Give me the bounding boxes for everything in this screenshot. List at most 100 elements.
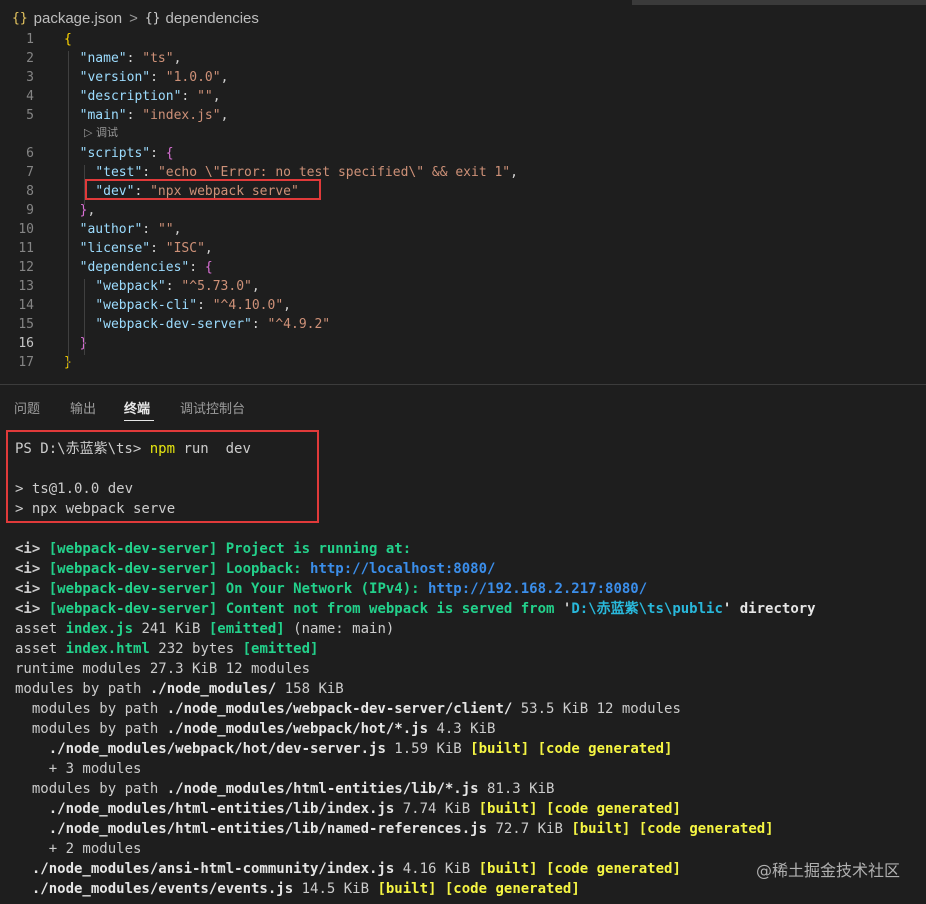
panel-tab[interactable]: 问题 — [14, 398, 40, 418]
panel-tab[interactable]: 输出 — [70, 398, 96, 418]
terminal-token: asset — [15, 621, 66, 637]
code-text: "description": "", — [64, 87, 221, 106]
line-number: 5 — [26, 108, 34, 123]
terminal-token: [webpack-dev-server] Loopback: — [48, 561, 311, 577]
terminal-token: 1.59 KiB — [385, 741, 471, 757]
code-line[interactable]: 3 "version": "1.0.0", — [0, 68, 926, 87]
code-token: "dependencies" — [79, 260, 190, 275]
code-token: , — [283, 298, 291, 313]
terminal-line: + 3 modules — [15, 759, 142, 779]
code-token: "scripts" — [79, 146, 151, 161]
breadcrumb-file[interactable]: package.json — [34, 10, 122, 27]
terminal-token: ./node_modules/webpack/hot/*.js — [166, 721, 429, 737]
highlight-box-npm-command — [6, 430, 319, 523]
terminal-line: modules by path ./node_modules/ 158 KiB — [15, 679, 344, 699]
code-text: "webpack-dev-server": "^4.9.2" — [64, 315, 330, 334]
terminal-token: D:\赤蓝紫\ts\public — [571, 601, 723, 617]
code-token: "main" — [79, 108, 127, 123]
code-token: , — [204, 241, 213, 256]
chevron-right-icon: > — [129, 9, 138, 27]
terminal-token: index.js — [65, 621, 134, 637]
code-token: , — [251, 279, 260, 294]
code-line[interactable]: 10 "author": "", — [0, 220, 926, 239]
terminal-token: ' directory — [722, 601, 816, 617]
code-token: : — [181, 89, 198, 104]
code-token: : — [126, 51, 143, 66]
code-token: , — [510, 165, 518, 180]
line-number: 1 — [26, 32, 34, 47]
line-number: 2 — [26, 51, 34, 66]
panel-tab[interactable]: 调试控制台 — [180, 398, 245, 418]
terminal-token: http://192.168.2.217:8080/ — [428, 581, 648, 597]
code-editor[interactable]: {} package.json > {} dependencies 1{2 "n… — [0, 0, 926, 383]
code-token: "description" — [79, 89, 182, 104]
code-line[interactable]: 5 "main": "index.js", — [0, 106, 926, 125]
terminal-line: <i> [webpack-dev-server] Project is runn… — [15, 539, 411, 559]
terminal-token: <i> — [15, 601, 49, 617]
code-line[interactable]: 14 "webpack-cli": "^4.10.0", — [0, 296, 926, 315]
terminal-token: 81.3 KiB — [478, 781, 555, 797]
line-number: 4 — [26, 89, 34, 104]
terminal-token: [emitted] — [208, 621, 285, 637]
code-token: : — [126, 108, 143, 123]
terminal-line: <i> [webpack-dev-server] Content not fro… — [15, 599, 816, 619]
code-token: : — [165, 279, 182, 294]
code-line[interactable]: 9 }, — [0, 201, 926, 220]
object-symbol-icon: {} — [144, 10, 161, 26]
code-token: "webpack-cli" — [95, 298, 198, 313]
terminal-line: modules by path ./node_modules/html-enti… — [15, 779, 555, 799]
code-token: "license" — [79, 241, 151, 256]
breadcrumb-symbol[interactable]: dependencies — [165, 10, 258, 27]
code-token: "ts" — [142, 51, 174, 66]
code-token: { — [165, 146, 174, 161]
terminal-token: 158 KiB — [276, 681, 344, 697]
json-file-icon: {} — [12, 10, 28, 26]
line-number: 14 — [18, 298, 34, 313]
panel-tab[interactable]: 终端 — [124, 398, 150, 418]
code-line[interactable]: 15 "webpack-dev-server": "^4.9.2" — [0, 315, 926, 334]
code-token: "^5.73.0" — [181, 279, 252, 294]
code-token: : — [142, 222, 158, 237]
code-line[interactable]: 11 "license": "ISC", — [0, 239, 926, 258]
code-token: : — [150, 146, 166, 161]
code-token: : — [251, 317, 268, 332]
debug-code-lens[interactable]: ▷ 调试 — [84, 125, 118, 141]
code-line[interactable]: 2 "name": "ts", — [0, 49, 926, 68]
terminal-token: asset — [15, 641, 66, 657]
code-line[interactable]: 16 } — [0, 334, 926, 353]
code-token: "webpack-dev-server" — [95, 317, 252, 332]
code-line[interactable]: 13 "webpack": "^5.73.0", — [0, 277, 926, 296]
code-line[interactable]: 17} — [0, 353, 926, 372]
terminal-token: [built] [code generated] — [478, 861, 681, 877]
terminal-token: 241 KiB — [133, 621, 209, 637]
code-text: "main": "index.js", — [64, 106, 229, 125]
code-text: "license": "ISC", — [64, 239, 213, 258]
code-token: "author" — [79, 222, 143, 237]
code-token: "" — [197, 89, 213, 104]
code-line[interactable]: 12 "dependencies": { — [0, 258, 926, 277]
code-token: { — [64, 32, 72, 47]
terminal-line: asset index.html 232 bytes [emitted] — [15, 639, 318, 659]
code-text: "author": "", — [64, 220, 182, 239]
code-token: "echo \"Error: no test specified\" && ex… — [157, 165, 511, 180]
code-line[interactable]: 4 "description": "", — [0, 87, 926, 106]
code-token: : — [150, 70, 166, 85]
editor-scrollbar[interactable] — [632, 0, 926, 5]
code-line[interactable]: 1{ — [0, 30, 926, 49]
terminal-token: [built] [code generated] — [377, 881, 580, 897]
terminal-line: modules by path ./node_modules/webpack/h… — [15, 719, 496, 739]
terminal-token: <i> — [15, 561, 49, 577]
code-text: "name": "ts", — [64, 49, 182, 68]
terminal-token: ./node_modules/html-entities/lib/named-r… — [48, 821, 488, 837]
terminal-token: 7.74 KiB — [394, 801, 479, 817]
code-token: "name" — [79, 51, 127, 66]
code-line[interactable]: 6 "scripts": { — [0, 144, 926, 163]
terminal-token: 53.5 KiB 12 modules — [512, 701, 681, 717]
terminal-token: [built] [code generated] — [571, 821, 774, 837]
terminal-token: 4.3 KiB — [428, 721, 496, 737]
